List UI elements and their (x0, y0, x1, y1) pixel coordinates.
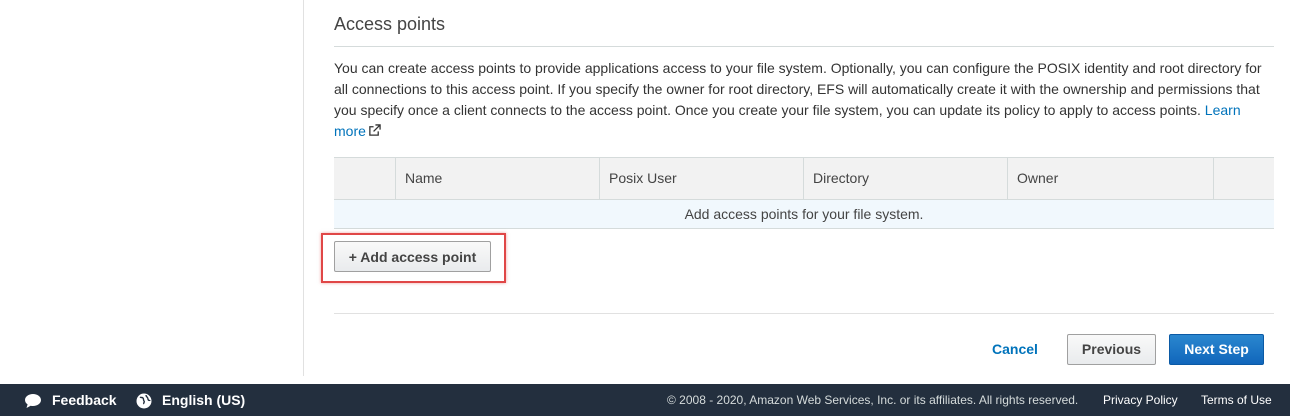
column-header-directory[interactable]: Directory (803, 158, 1007, 199)
speech-bubble-icon (25, 394, 41, 409)
external-link-icon (369, 124, 381, 136)
section-description: You can create access points to provide … (334, 58, 1269, 142)
cancel-button[interactable]: Cancel (992, 341, 1038, 357)
feedback-button[interactable]: Feedback (24, 384, 117, 416)
description-text: You can create access points to provide … (334, 60, 1262, 118)
column-header-owner[interactable]: Owner (1007, 158, 1213, 199)
column-header-actions (1213, 158, 1274, 199)
next-step-button[interactable]: Next Step (1169, 334, 1264, 365)
section-title: Access points (334, 14, 446, 34)
language-selector[interactable]: English (US) (136, 384, 245, 416)
title-divider (334, 46, 1274, 47)
table-header: Name Posix User Directory Owner (334, 157, 1274, 200)
terms-of-use-link[interactable]: Terms of Use (1201, 384, 1272, 416)
column-header-select (334, 158, 395, 199)
access-points-section: Access points You can create access poin… (321, 0, 1274, 384)
highlight-box (321, 233, 506, 283)
column-header-posix-user[interactable]: Posix User (599, 158, 803, 199)
footer: Feedback English (US) © 2008 - 2020, Ama… (0, 384, 1290, 416)
column-header-name[interactable]: Name (395, 158, 599, 199)
language-label: English (US) (162, 392, 246, 408)
access-points-table: Name Posix User Directory Owner Add acce… (334, 157, 1274, 229)
privacy-policy-link[interactable]: Privacy Policy (1103, 384, 1178, 416)
globe-icon (136, 393, 152, 409)
feedback-label: Feedback (52, 392, 117, 408)
actions-divider (334, 313, 1274, 314)
left-sidebar (0, 0, 304, 376)
empty-table-message: Add access points for your file system. (334, 200, 1274, 229)
previous-button[interactable]: Previous (1067, 334, 1156, 365)
copyright-text: © 2008 - 2020, Amazon Web Services, Inc.… (667, 393, 1079, 407)
